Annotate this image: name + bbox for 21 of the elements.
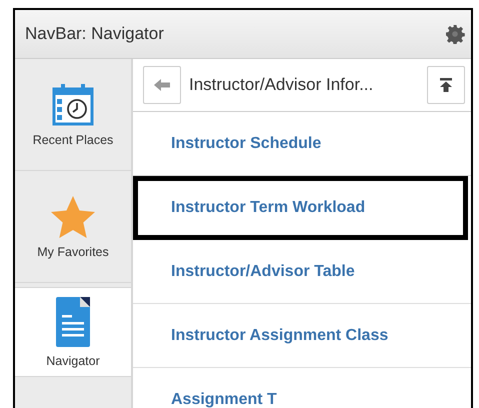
sidebar-item[interactable]: Recent Places	[15, 59, 131, 171]
star-icon	[50, 194, 96, 238]
move-to-top-icon	[440, 78, 452, 92]
menu-link[interactable]: Instructor/Advisor Table	[133, 240, 471, 304]
sidebar-label: My Favorites	[37, 244, 109, 258]
back-button[interactable]	[143, 66, 181, 104]
back-arrow-icon	[154, 79, 170, 91]
menu-link[interactable]: Instructor Term Workload	[133, 176, 468, 240]
sidebar-item[interactable]: My Favorites	[15, 171, 131, 283]
menu-link[interactable]: Instructor Schedule	[133, 112, 471, 176]
menu-link[interactable]: Instructor Assignment Class	[133, 304, 471, 368]
document-icon	[53, 296, 93, 348]
calendar-clock-icon	[51, 82, 95, 126]
top-button[interactable]	[427, 66, 465, 104]
menu-link[interactable]: Assignment T	[133, 368, 471, 408]
settings-icon[interactable]	[445, 24, 465, 44]
sidebar-label: Navigator	[46, 354, 100, 368]
breadcrumb-title: Instructor/Advisor Infor...	[189, 75, 374, 95]
sidebar-label: Recent Places	[32, 132, 114, 146]
sidebar-item[interactable]: Navigator	[15, 287, 131, 377]
window-title: NavBar: Navigator	[25, 24, 164, 44]
